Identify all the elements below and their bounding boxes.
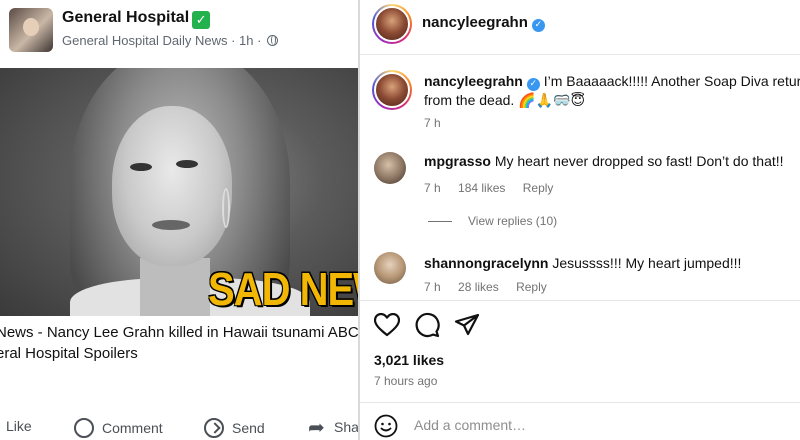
globe-icon (267, 35, 279, 46)
page-avatar[interactable] (9, 8, 53, 52)
caption-line-1: nancyleegrahn ✓ I’m Baaaaack!!!!! Another… (424, 72, 800, 91)
caption-line-2[interactable]: eral Hospital Spoilers (0, 343, 358, 364)
share-paper-plane-icon[interactable] (454, 313, 480, 337)
comment-meta: 7 h 28 likes Reply (424, 280, 561, 294)
post-actions: Like Comment Send Sha (0, 412, 358, 440)
posted-time: 7 hours ago (374, 374, 438, 388)
comment-label: Comment (102, 420, 163, 436)
emoji-picker-icon[interactable] (374, 414, 398, 438)
caption-timestamp: 7 h (424, 116, 441, 130)
comment-likes[interactable]: 28 likes (458, 280, 499, 294)
send-label: Send (232, 420, 265, 436)
caption-text-2: from the dead. 🌈🙏🥽😇 (424, 92, 586, 108)
post-meta: General Hospital Daily News · 1h · (62, 33, 279, 48)
post-header: General Hospital ✓ General Hospital Daily… (0, 0, 358, 68)
like-label: Like (6, 418, 32, 434)
reply-button[interactable]: Reply (523, 181, 554, 195)
caption-username[interactable]: nancyleegrahn (424, 73, 523, 89)
comment-meta: 7 h 184 likes Reply (424, 181, 567, 195)
header-username[interactable]: nancyleegrahn ✓ (422, 14, 545, 32)
comment-icon[interactable] (414, 312, 440, 338)
share-label: Sha (334, 419, 358, 435)
comment-bubble-icon (74, 418, 94, 438)
view-replies-label[interactable]: View replies (10) (468, 214, 557, 228)
portrait-eye-right (176, 160, 198, 168)
header-avatar[interactable] (372, 4, 412, 44)
caption-avatar[interactable] (372, 70, 412, 110)
replies-dash (428, 220, 452, 222)
reply-button[interactable]: Reply (516, 280, 547, 294)
comment-text: Jesussss!!! My heart jumped!!! (552, 255, 742, 271)
portrait-eye-left (130, 163, 152, 171)
messenger-icon (204, 418, 224, 438)
comment-time: 7 h (424, 280, 441, 294)
likes-count[interactable]: 3,021 likes (374, 352, 444, 368)
comment-line: shannongracelynn Jesussss!!! My heart ju… (424, 254, 741, 273)
post-source-time: General Hospital Daily News · 1h · (62, 33, 262, 48)
heart-icon[interactable] (374, 313, 400, 337)
page-title[interactable]: General Hospital (62, 9, 189, 26)
instagram-post-panel: nancyleegrahn ✓ nancyleegrahn ✓ I’m Baaaaa… (360, 0, 800, 440)
image-overlay-text: SAD NEW (208, 264, 358, 316)
comment-line: mpgrasso My heart never dropped so fast!… (424, 152, 784, 171)
facebook-post: General Hospital ✓ General Hospital Daily… (0, 0, 358, 440)
portrait-earring (222, 188, 230, 228)
view-replies-button[interactable]: View replies (10) (428, 214, 557, 228)
comment-box-divider (360, 402, 800, 403)
comment-avatar[interactable] (374, 152, 406, 184)
send-button[interactable]: Send (204, 418, 265, 438)
share-arrow-icon (308, 415, 328, 439)
verified-badge-icon: ✓ (526, 78, 540, 91)
comment-text: My heart never dropped so fast! Don’t do… (494, 153, 784, 169)
post-action-icons (374, 312, 494, 338)
like-button[interactable]: Like (6, 418, 32, 434)
add-comment-input[interactable]: Add a comment… (414, 417, 526, 433)
caption-line-1[interactable]: News - Nancy Lee Grahn killed in Hawaii … (0, 322, 358, 343)
caption-time: 7 h (424, 116, 455, 130)
post-image[interactable]: SAD NEW (0, 68, 358, 316)
link-caption[interactable]: News - Nancy Lee Grahn killed in Hawaii … (0, 322, 358, 364)
portrait-lips (152, 220, 190, 230)
comment-button[interactable]: Comment (74, 418, 163, 438)
check-mark-icon: ✓ (192, 11, 211, 29)
verified-badge-icon: ✓ (531, 19, 545, 32)
portrait-face (112, 106, 232, 266)
comment-time: 7 h (424, 181, 441, 195)
comment-username[interactable]: shannongracelynn (424, 255, 548, 271)
share-button[interactable]: Sha (308, 415, 358, 439)
header-divider (360, 54, 800, 55)
actions-divider (360, 300, 800, 301)
header-username-text[interactable]: nancyleegrahn (422, 14, 528, 31)
caption-text-1: I’m Baaaaack!!!!! Another Soap Diva retu… (543, 73, 800, 89)
portrait-neck (140, 258, 210, 316)
comment-avatar[interactable] (374, 252, 406, 284)
comment-likes[interactable]: 184 likes (458, 181, 505, 195)
comment-username[interactable]: mpgrasso (424, 153, 491, 169)
page-name[interactable]: General Hospital ✓ (62, 9, 211, 29)
